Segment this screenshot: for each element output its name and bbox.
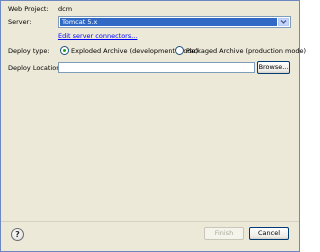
server-select[interactable]: Tomcat 5.x (58, 16, 291, 28)
server-selected-value: Tomcat 5.x (60, 18, 277, 26)
web-project-value: dcm (58, 5, 73, 13)
web-project-label: Web Project: (8, 5, 49, 13)
chevron-down-icon[interactable] (278, 18, 289, 26)
packaged-archive-radio[interactable] (175, 46, 184, 55)
server-label: Server: (8, 18, 32, 26)
deploy-dialog: Web Project: dcm Server: Tomcat 5.x Edit… (0, 0, 306, 252)
edit-server-connectors-link[interactable]: Edit server connectors... (58, 32, 137, 40)
browse-button[interactable]: Browse... (257, 61, 290, 74)
deploy-location-label: Deploy Location: (8, 64, 63, 72)
cancel-button[interactable]: Cancel (249, 227, 289, 240)
finish-button[interactable]: Finish (204, 227, 244, 240)
deploy-location-input[interactable] (58, 62, 255, 73)
packaged-archive-label[interactable]: Packaged Archive (production mode) (186, 47, 306, 55)
deploy-type-label: Deploy type: (8, 47, 50, 55)
question-mark-icon[interactable]: ? (11, 228, 24, 241)
exploded-archive-radio[interactable] (60, 46, 69, 55)
